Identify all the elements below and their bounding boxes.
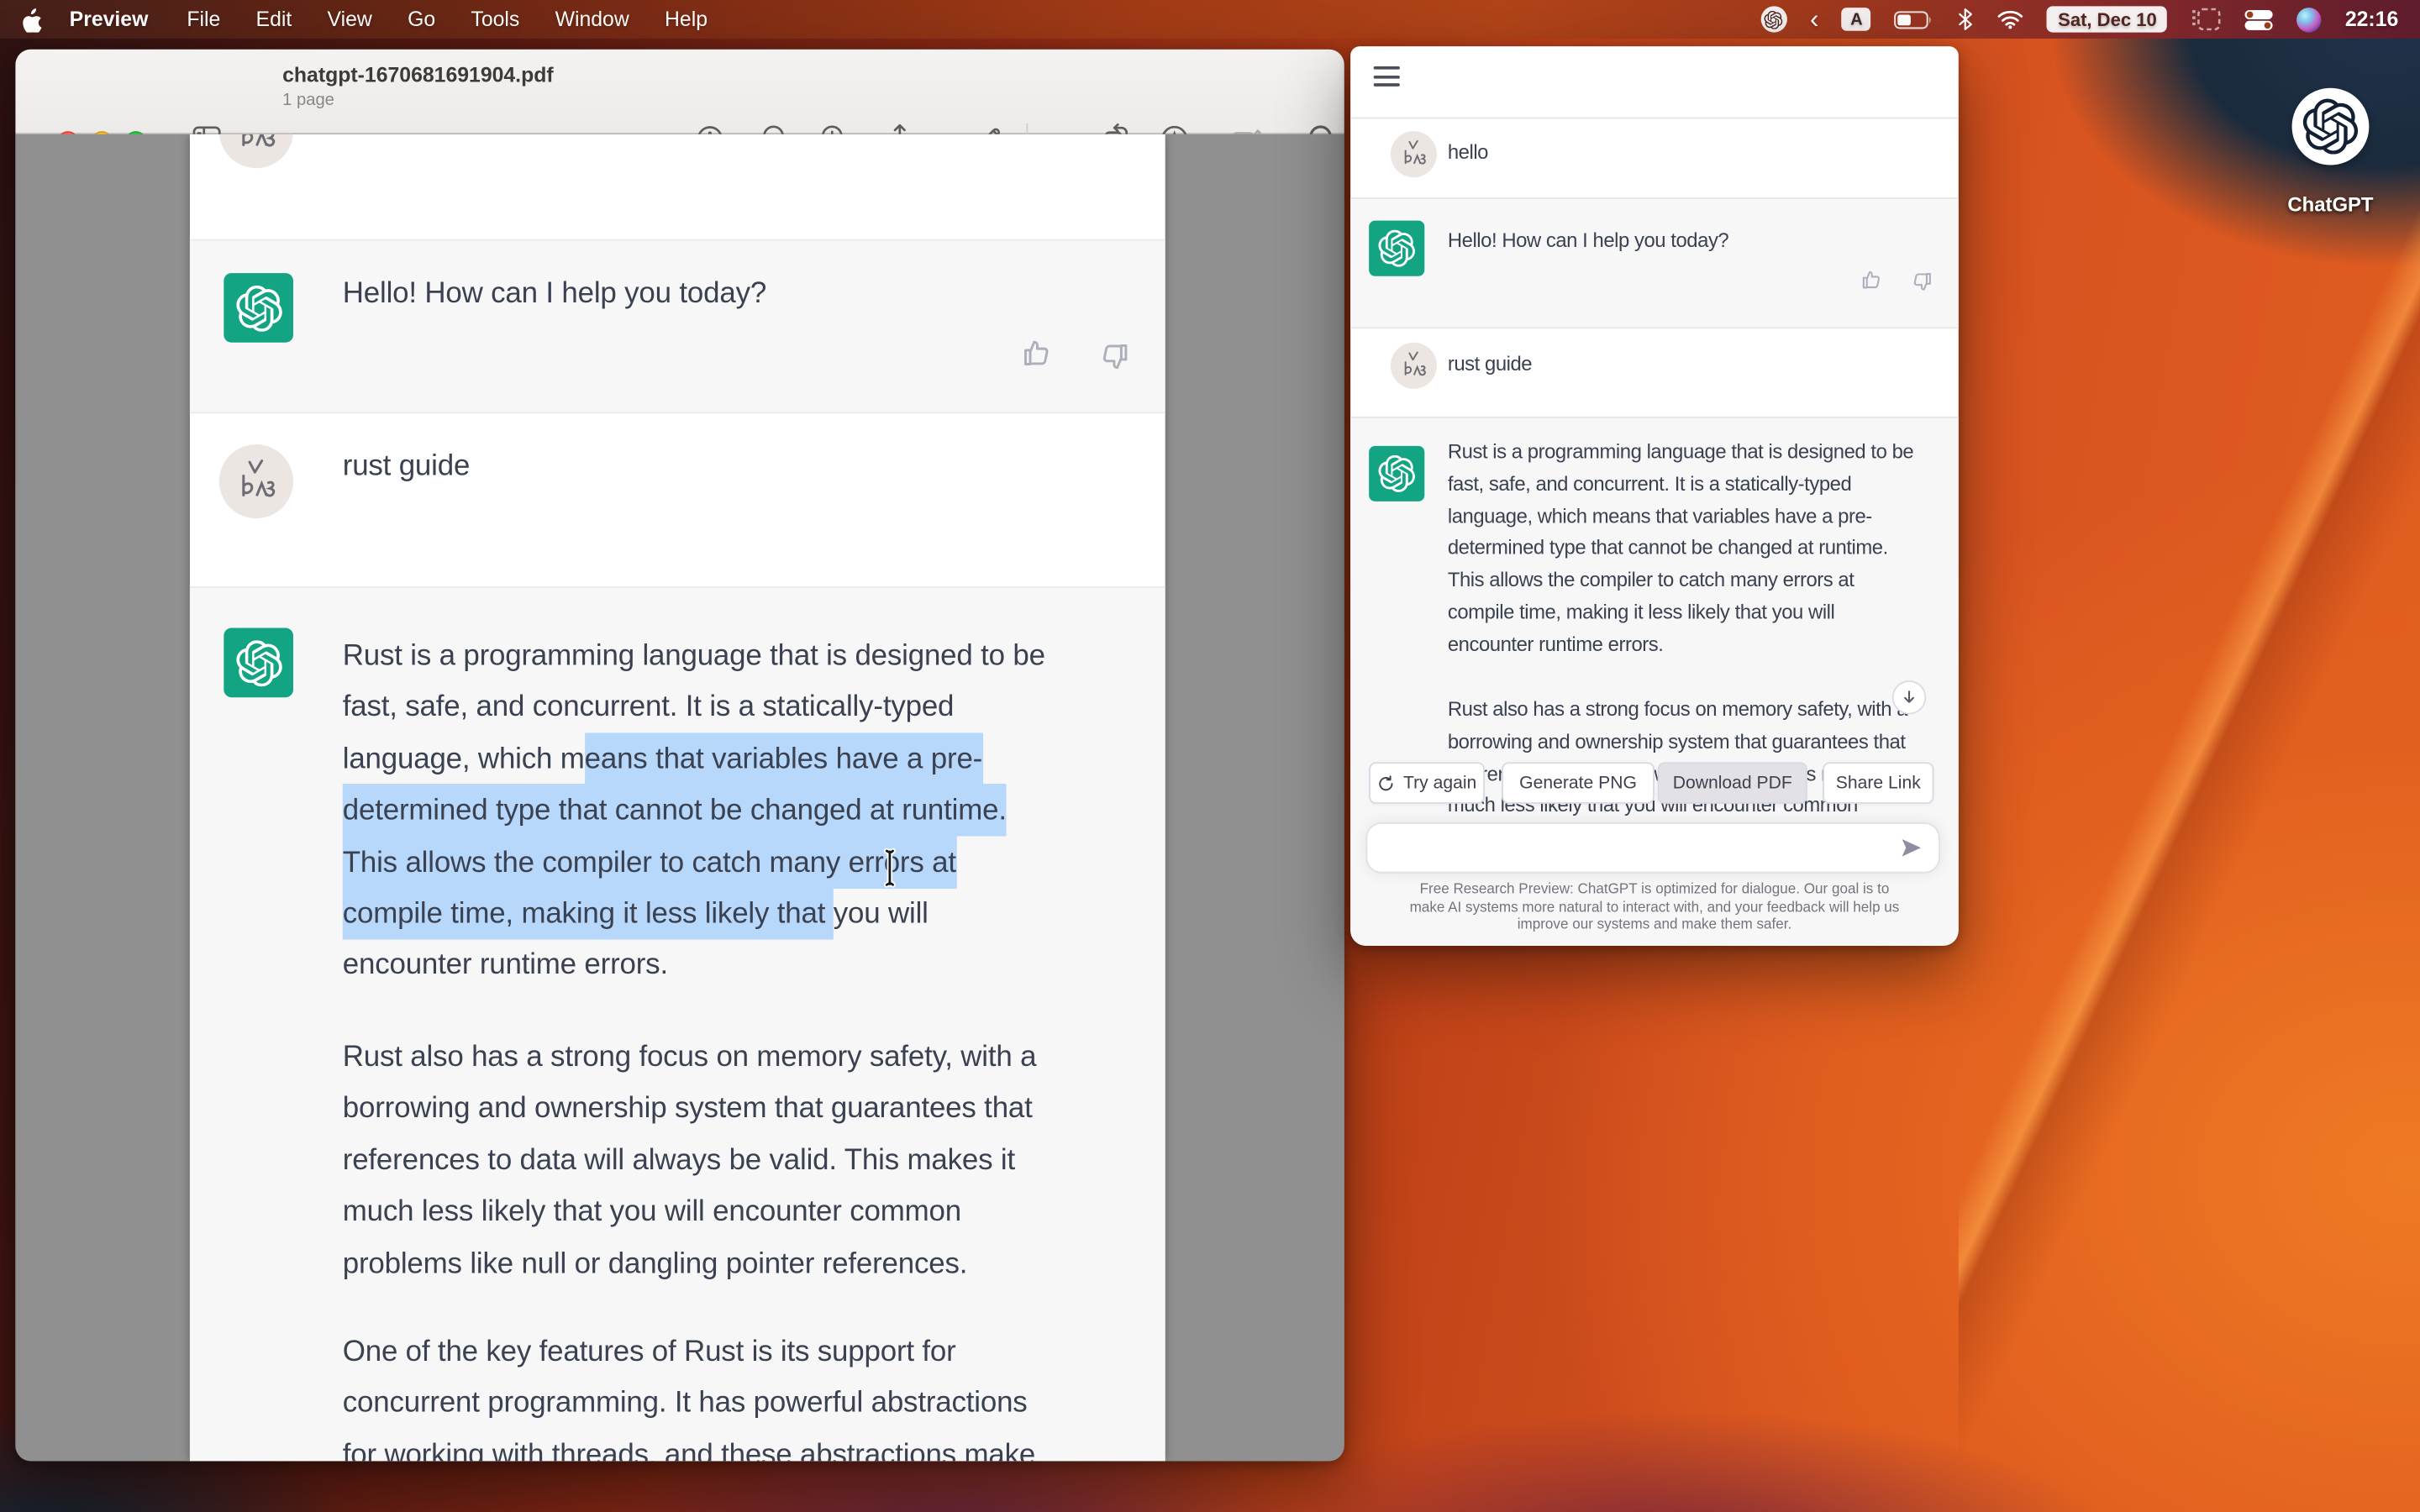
chat-response-paragraph-1: Rust is a programming language that is d… <box>1448 437 1913 661</box>
text-line: compile time, making it less likely that… <box>343 889 1045 940</box>
chatgpt-avatar <box>1369 446 1424 501</box>
text-line: compile time, making it less likely that… <box>1448 596 1913 628</box>
assistant-message-row <box>1350 197 1959 328</box>
selected-text: This allows the compiler to catch many e… <box>343 836 956 888</box>
chevron-left-icon[interactable]: ‹ <box>1810 12 1818 27</box>
text-line: language, which means that variables hav… <box>343 734 1045 785</box>
text-line: references to data will always be valid.… <box>343 1135 1037 1186</box>
try-again-button[interactable]: Try again <box>1369 762 1485 804</box>
user-avatar <box>1391 343 1437 389</box>
selected-text: compile time, making it less likely that <box>343 887 834 939</box>
assistant-message-row <box>190 239 1165 414</box>
thumbs-up-icon[interactable] <box>1020 335 1057 372</box>
pdf-paragraph-3: One of the key features of Rust is its s… <box>343 1327 1035 1462</box>
thumbs-up-icon[interactable] <box>1860 267 1886 293</box>
user-message: rust guide <box>1448 352 1532 375</box>
window-subtitle: 1 page <box>282 91 334 109</box>
text-line: determined type that cannot be changed a… <box>343 785 1045 837</box>
pdf-paragraph-1: Rust is a programming language that is d… <box>343 631 1045 992</box>
menu-item-window[interactable]: Window <box>555 8 629 31</box>
text-line: encounter runtime errors. <box>1448 628 1913 660</box>
text-line: for working with threads, and these abst… <box>343 1430 1035 1461</box>
preview-window: chatgpt-1670681691904.pdf 1 page <box>15 50 1344 1462</box>
chatgpt-avatar <box>224 273 293 343</box>
chat-input[interactable] <box>1366 822 1940 874</box>
chatgpt-status-icon[interactable] <box>1760 6 1786 32</box>
download-pdf-button[interactable]: Download PDF <box>1658 762 1807 804</box>
menu-item-preview[interactable]: Preview <box>70 8 149 31</box>
menu-item-file[interactable]: File <box>187 8 220 31</box>
text-line: make AI systems more natural to interact… <box>1370 899 1939 916</box>
menu-item-go[interactable]: Go <box>408 8 435 31</box>
menu-item-edit[interactable]: Edit <box>256 8 292 31</box>
wifi-icon[interactable] <box>1998 9 2024 29</box>
text-line: fast, safe, and concurrent. It is a stat… <box>343 683 1045 734</box>
chat-footer-disclaimer: Free Research Preview: ChatGPT is optimi… <box>1370 881 1939 935</box>
input-source-icon[interactable]: A <box>1842 8 1871 31</box>
apple-icon <box>20 6 42 32</box>
chatgpt-window: hello Hello! How can I help you today? r… <box>1350 46 1959 946</box>
user-message: hello <box>1448 140 1488 164</box>
control-center-icon[interactable] <box>2244 8 2274 30</box>
assistant-greeting: Hello! How can I help you today? <box>1448 228 1728 252</box>
send-icon[interactable] <box>1900 837 1923 860</box>
text-line: borrowing and ownership system that guar… <box>1448 727 1907 759</box>
chatgpt-desktop-icon[interactable] <box>2292 88 2370 165</box>
preview-content-area[interactable]: Hello! How can I help you today? rust gu… <box>15 134 1344 1462</box>
text-line: fast, safe, and concurrent. It is a stat… <box>1448 469 1913 501</box>
user-avatar <box>1391 131 1437 177</box>
desktop-icon-label[interactable]: ChatGPT <box>2254 193 2408 217</box>
window-title: chatgpt-1670681691904.pdf <box>282 63 554 87</box>
menu-item-tools[interactable]: Tools <box>471 8 519 31</box>
text-line: much less likely that you will encounter… <box>343 1187 1037 1238</box>
bluetooth-icon[interactable] <box>1958 8 1975 31</box>
pdf-page[interactable]: Hello! How can I help you today? rust gu… <box>190 134 1165 1462</box>
selected-text: eans that variables have a pre- <box>585 732 982 785</box>
menu-bar: Preview File Edit View Go Tools Window H… <box>0 0 2420 39</box>
generate-png-button[interactable]: Generate PNG <box>1502 762 1655 804</box>
share-link-button[interactable]: Share Link <box>1823 762 1933 804</box>
pdf-paragraph-2: Rust also has a strong focus on memory s… <box>343 1032 1037 1290</box>
text-line: borrowing and ownership system that guar… <box>343 1084 1037 1135</box>
text-line: problems like null or dangling pointer r… <box>343 1238 1037 1289</box>
text-line: Rust also has a strong focus on memory s… <box>1448 695 1907 727</box>
text-line: concurrent programming. It has powerful … <box>343 1378 1035 1430</box>
selected-text: determined type that cannot be changed a… <box>343 784 1007 836</box>
menu-item-view[interactable]: View <box>328 8 372 31</box>
chatgpt-avatar <box>1369 221 1424 276</box>
refresh-icon <box>1377 774 1396 792</box>
preview-title-bar[interactable]: chatgpt-1670681691904.pdf 1 page <box>15 50 1344 134</box>
hamburger-menu-icon[interactable] <box>1374 66 1400 92</box>
text-line: Free Research Preview: ChatGPT is optimi… <box>1370 881 1939 899</box>
text-line: language, which means that variables hav… <box>1448 501 1913 533</box>
user-avatar <box>219 134 293 168</box>
text-line: One of the key features of Rust is its s… <box>343 1327 1035 1378</box>
text-line: encounter runtime errors. <box>343 940 1045 991</box>
text-line: This allows the compiler to catch many e… <box>343 837 1045 889</box>
apple-menu[interactable] <box>20 6 42 32</box>
wallpaper-ridge <box>1959 39 2420 1512</box>
menu-date[interactable]: Sat, Dec 10 <box>2047 6 2167 32</box>
text-line: Rust is a programming language that is d… <box>1448 437 1913 469</box>
ibeam-cursor <box>881 847 905 889</box>
thumbs-down-icon[interactable] <box>1907 269 1933 295</box>
battery-icon[interactable] <box>1894 10 1934 29</box>
scroll-to-bottom-button[interactable] <box>1892 680 1926 714</box>
menu-item-help[interactable]: Help <box>665 8 708 31</box>
user-avatar <box>219 444 293 518</box>
text-line: This allows the compiler to catch many e… <box>1448 564 1913 596</box>
menu-clock[interactable]: 22:16 <box>2345 8 2398 31</box>
desktop: Preview File Edit View Go Tools Window H… <box>0 0 2420 1512</box>
text-line: Rust also has a strong focus on memory s… <box>343 1032 1037 1084</box>
assistant-greeting: Hello! How can I help you today? <box>343 278 766 312</box>
text-line: improve our systems and make them safer. <box>1370 916 1939 934</box>
text-line: determined type that cannot be changed a… <box>1448 533 1913 564</box>
stage-manager-icon[interactable] <box>2191 8 2222 31</box>
divider <box>1350 118 1959 119</box>
siri-icon[interactable] <box>2297 7 2322 31</box>
chatgpt-avatar <box>224 628 293 698</box>
thumbs-down-icon[interactable] <box>1094 338 1131 375</box>
user-prompt: rust guide <box>343 450 470 484</box>
text-line: Rust is a programming language that is d… <box>343 631 1045 682</box>
